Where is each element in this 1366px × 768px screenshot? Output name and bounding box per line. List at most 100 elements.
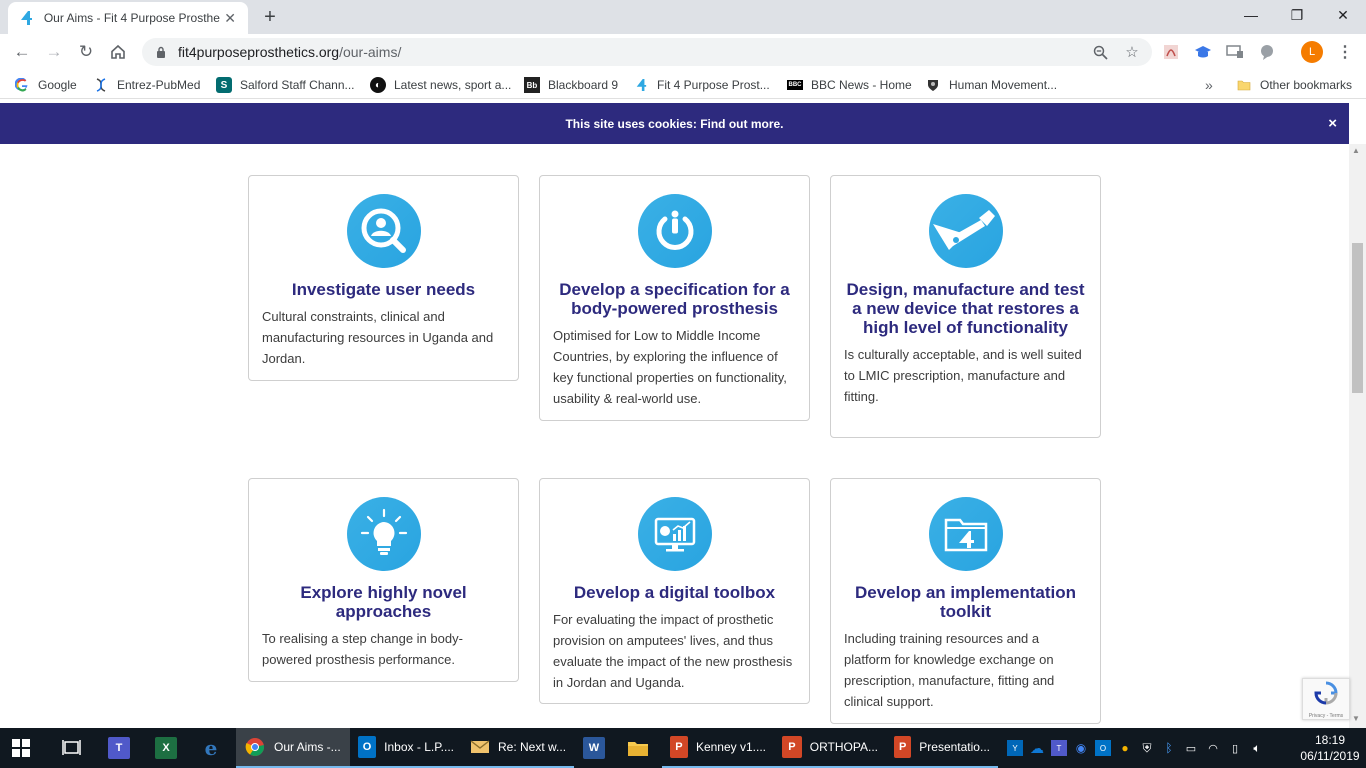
bbc-icon: BBC — [787, 80, 803, 90]
wifi-tray-icon[interactable]: ◠ — [1205, 740, 1221, 756]
forward-icon[interactable]: → — [42, 40, 66, 64]
user-search-icon — [346, 194, 421, 268]
bookmark-star-icon[interactable]: ☆ — [1118, 38, 1146, 66]
onedrive-tray-icon[interactable]: ☁ — [1029, 740, 1045, 756]
excel-pinned-button[interactable]: X — [155, 728, 177, 768]
taskbar-app-chrome[interactable]: Our Aims -... — [236, 728, 350, 768]
aim-description: To realising a step change in body-power… — [262, 631, 463, 667]
cookie-banner: This site uses cookies: Find out more. × — [0, 103, 1349, 144]
start-button[interactable] — [12, 728, 30, 768]
bookmarks-overflow-button[interactable]: » — [1205, 75, 1213, 95]
cookie-banner-text[interactable]: This site uses cookies: Find out more. — [565, 117, 783, 131]
dna-icon — [93, 77, 109, 93]
bookmark-label: Blackboard 9 — [548, 78, 619, 92]
teams-icon: T — [108, 737, 130, 759]
speech-extension-icon[interactable] — [1256, 41, 1278, 63]
aim-card: Explore highly novel approaches To reali… — [248, 478, 519, 682]
restore-button[interactable]: ❐ — [1274, 0, 1320, 30]
folder-icon — [1236, 77, 1252, 93]
bookmark-fit4purpose[interactable]: Fit 4 Purpose Prost... — [633, 75, 770, 95]
bookmark-bbc[interactable]: BBC BBC News - Home — [787, 75, 912, 95]
lock-icon — [154, 45, 168, 59]
bookmark-human-movement[interactable]: Human Movement... — [925, 75, 1057, 95]
new-tab-button[interactable]: + — [258, 6, 282, 30]
aim-card: Develop an implementation toolkit Includ… — [830, 478, 1101, 724]
grad-cap-extension-icon[interactable] — [1192, 41, 1214, 63]
taskbar-app-powerpoint-presentation[interactable]: P Presentatio... — [886, 728, 998, 768]
task-view-button[interactable] — [62, 728, 82, 768]
sharepoint-icon: S — [216, 77, 232, 93]
scroll-up-arrow-icon[interactable]: ▲ — [1352, 146, 1360, 155]
profile-avatar[interactable]: L — [1301, 41, 1323, 63]
taskbar-app-label: Inbox - L.P.... — [384, 740, 454, 754]
zoom-icon[interactable] — [1086, 38, 1114, 66]
folder-four-icon — [928, 497, 1003, 571]
minimize-button[interactable]: — — [1228, 0, 1274, 30]
excel-icon: X — [155, 737, 177, 759]
outlook-icon: O — [358, 736, 377, 758]
notification-tray-icon[interactable]: ● — [1117, 740, 1133, 756]
bookmark-latest-news[interactable]: ◐ Latest news, sport a... — [370, 75, 511, 95]
teams-pinned-button[interactable]: T — [108, 728, 130, 768]
home-icon[interactable] — [106, 40, 130, 64]
chrome-tray-icon[interactable]: ◉ — [1073, 740, 1089, 756]
scrollbar-thumb[interactable] — [1352, 243, 1363, 393]
file-explorer-pinned-button[interactable] — [627, 728, 649, 768]
bookmark-label: Human Movement... — [949, 78, 1058, 92]
outlook-tray-icon[interactable]: O — [1095, 740, 1111, 756]
windows-taskbar: T X e Our Aims -... O Inbox - L.P.... Re… — [0, 728, 1366, 768]
taskbar-app-mail[interactable]: Re: Next w... — [462, 728, 574, 768]
reload-icon[interactable]: ↻ — [74, 40, 98, 64]
recaptcha-links[interactable]: Privacy - Terms — [1309, 713, 1343, 719]
bookmark-label: Salford Staff Chann... — [240, 78, 355, 92]
bookmark-label: Entrez-PubMed — [117, 78, 201, 92]
bluetooth-tray-icon[interactable]: ᛒ — [1161, 740, 1177, 756]
cookie-close-icon[interactable]: × — [1328, 115, 1337, 132]
google-icon — [14, 77, 30, 93]
taskbar-app-label: Re: Next w... — [498, 740, 567, 754]
aim-title: Design, manufacture and test a new devic… — [846, 280, 1085, 337]
bookmark-pubmed[interactable]: Entrez-PubMed — [93, 75, 200, 95]
browser-tab[interactable]: Our Aims - Fit 4 Purpose Prosthe ✕ — [8, 2, 248, 34]
bookmark-salford[interactable]: S Salford Staff Chann... — [216, 75, 355, 95]
aim-title: Explore highly novel approaches — [300, 583, 467, 621]
battery-tray-icon[interactable]: ▯ — [1227, 740, 1243, 756]
security-shield-tray-icon[interactable]: ⛨ — [1139, 740, 1155, 756]
page-scrollbar[interactable] — [1349, 144, 1366, 728]
back-icon[interactable]: ← — [10, 40, 34, 64]
address-bar[interactable]: fit4purposeprosthetics.org/our-aims/ ☆ — [142, 38, 1152, 66]
aim-card: Develop a digital toolbox For evaluating… — [539, 478, 810, 704]
site-favicon-icon — [18, 10, 34, 26]
device-tray-icon[interactable]: ▭ — [1183, 740, 1199, 756]
menu-kebab-icon[interactable]: ⋮ — [1334, 41, 1356, 63]
teams-tray-icon[interactable]: T — [1051, 740, 1067, 756]
clock-date: 06/11/2019 — [1300, 749, 1360, 763]
other-bookmarks-folder[interactable]: Other bookmarks — [1236, 75, 1352, 95]
cast-extension-icon[interactable] — [1224, 41, 1246, 63]
task-view-icon — [62, 740, 81, 755]
tab-close-icon[interactable]: ✕ — [222, 10, 238, 26]
word-pinned-button[interactable]: W — [583, 728, 605, 768]
aim-title: Develop an implementation toolkit — [854, 583, 1077, 621]
bookmark-blackboard[interactable]: Bb Blackboard 9 — [524, 75, 618, 95]
edge-pinned-button[interactable]: e — [200, 728, 222, 768]
windows-logo-icon — [12, 739, 30, 757]
volume-tray-icon[interactable]: 🔈︎ — [1249, 740, 1265, 756]
aim-title: Investigate user needs — [291, 280, 476, 299]
yammer-tray-icon[interactable]: Y — [1007, 740, 1023, 756]
aim-title: Develop a specification for a body-power… — [559, 280, 790, 318]
f4p-icon — [633, 77, 649, 93]
aim-card: Investigate user needs Cultural constrai… — [248, 175, 519, 381]
url-text: fit4purposeprosthetics.org/our-aims/ — [178, 44, 401, 60]
recaptcha-badge[interactable]: Privacy - Terms — [1302, 678, 1350, 720]
taskbar-app-outlook[interactable]: O Inbox - L.P.... — [350, 728, 462, 768]
blackboard-icon: Bb — [524, 77, 540, 93]
taskbar-app-powerpoint-orthopa[interactable]: P ORTHOPA... — [774, 728, 886, 768]
scroll-down-arrow-icon[interactable]: ▼ — [1352, 714, 1360, 723]
taskbar-app-powerpoint-kenney[interactable]: P Kenney v1.... — [662, 728, 774, 768]
taskbar-clock[interactable]: 18:19 06/11/2019 — [1296, 732, 1364, 764]
aim-description: For evaluating the impact of prosthetic … — [553, 612, 793, 690]
pdf-extension-icon[interactable] — [1160, 41, 1182, 63]
close-window-button[interactable]: ✕ — [1320, 0, 1366, 30]
bookmark-google[interactable]: Google — [14, 75, 77, 95]
